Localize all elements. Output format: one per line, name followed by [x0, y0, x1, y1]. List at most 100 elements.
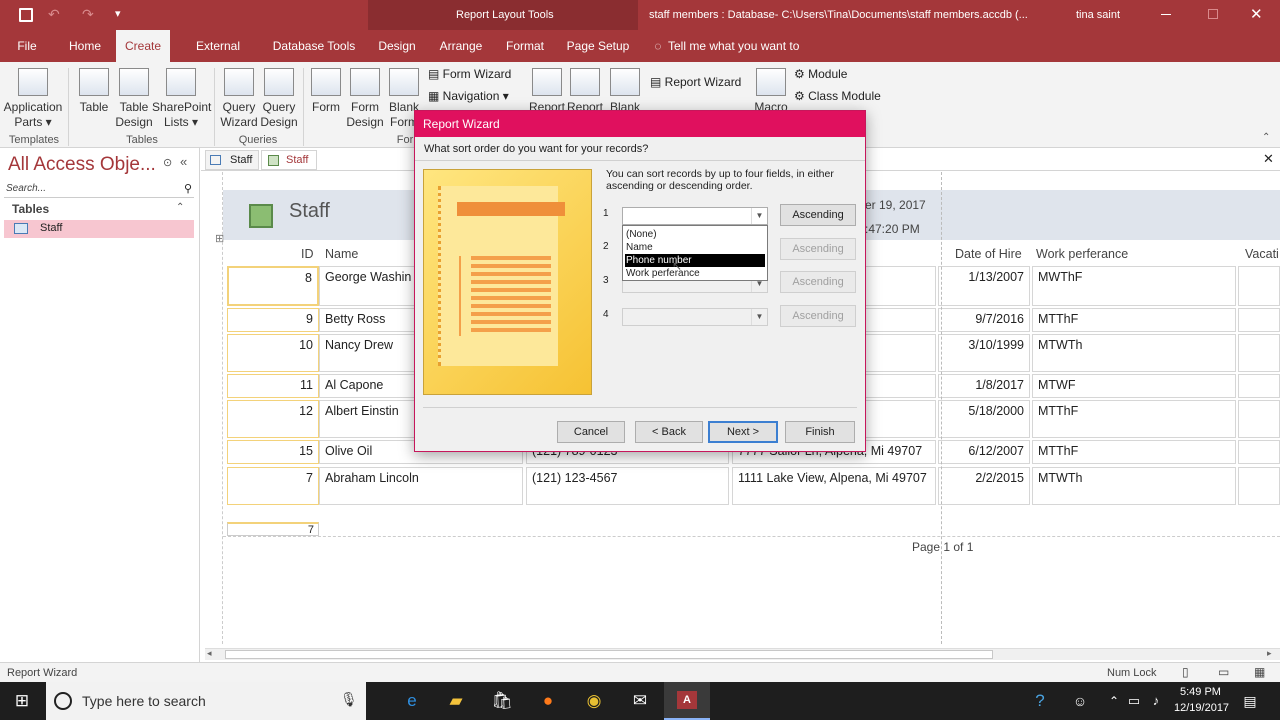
doc-tab-staff-table[interactable]: Staff	[205, 150, 259, 170]
report-time[interactable]: :47:20 PM	[865, 222, 920, 236]
table-cell-work[interactable]: MWThF	[1032, 266, 1236, 306]
chevron-down-icon[interactable]: ▼	[751, 309, 767, 325]
table-cell-id[interactable]: 10	[227, 334, 319, 372]
redo-icon[interactable]: ↷	[82, 6, 94, 23]
notifications-icon[interactable]: ▤	[1236, 688, 1264, 714]
minimize-icon[interactable]	[1161, 14, 1171, 15]
maximize-icon[interactable]	[1208, 9, 1218, 19]
tell-me-box[interactable]: Tell me what you want to do	[668, 30, 812, 85]
scroll-thumb[interactable]	[225, 650, 993, 659]
customize-qat-icon[interactable]: ▾	[115, 7, 121, 20]
horizontal-scrollbar[interactable]: ◂ ▸	[205, 648, 1280, 660]
table-cell-vac[interactable]	[1238, 266, 1280, 306]
table-cell-work[interactable]: MTWTh	[1032, 334, 1236, 372]
table-design-button[interactable]: Table Design	[114, 68, 154, 130]
table-cell-id[interactable]: 9	[227, 308, 319, 332]
cancel-button[interactable]: Cancel	[557, 421, 625, 443]
macro-button[interactable]: Macro	[752, 68, 790, 115]
table-cell-vac[interactable]	[1238, 374, 1280, 398]
table-cell-work[interactable]: MTThF	[1032, 400, 1236, 438]
tab-home[interactable]: Home	[62, 30, 108, 62]
table-cell-hire[interactable]: 5/18/2000	[938, 400, 1030, 438]
scroll-left-icon[interactable]: ◂	[207, 648, 212, 659]
header-work-preference[interactable]: Work perferance	[1036, 247, 1128, 261]
back-button[interactable]: < Back	[635, 421, 703, 443]
nav-title[interactable]: All Access Obje...	[8, 154, 156, 176]
clock-date[interactable]: 12/19/2017	[1174, 702, 1229, 714]
report-date[interactable]: er 19, 2017	[865, 198, 926, 212]
table-cell-vac[interactable]	[1238, 334, 1280, 372]
user-name[interactable]: tina saint	[1076, 9, 1120, 21]
table-cell-hire[interactable]: 3/10/1999	[938, 334, 1030, 372]
undo-icon[interactable]: ↶	[48, 6, 60, 23]
header-id[interactable]: ID	[301, 247, 314, 261]
save-icon[interactable]	[19, 8, 33, 22]
mail-icon[interactable]: ✉	[626, 688, 654, 714]
table-cell-hire[interactable]: 2/2/2015	[938, 467, 1030, 505]
dialog-title-bar[interactable]: Report Wizard	[415, 111, 865, 137]
volume-icon[interactable]: ♪	[1142, 688, 1170, 714]
application-parts-button[interactable]: Application Parts ▾	[2, 68, 64, 130]
header-date-of-hire[interactable]: Date of Hire	[955, 247, 1022, 261]
table-cell-phone[interactable]: (121) 123-4567	[526, 467, 729, 505]
tab-create[interactable]: Create	[116, 30, 170, 62]
dropdown-option-phone-number[interactable]: Phone number	[625, 254, 765, 267]
report-wizard-button[interactable]: ▤ Report Wizard	[650, 75, 741, 89]
sharepoint-lists-button[interactable]: SharePoint Lists ▾	[152, 68, 211, 130]
scroll-right-icon[interactable]: ▸	[1267, 648, 1272, 659]
table-cell-work[interactable]: MTThF	[1032, 440, 1236, 464]
nav-menu-chevron-icon[interactable]: ⊙	[163, 156, 172, 169]
file-explorer-icon[interactable]: ▰	[442, 688, 470, 714]
blank-report-button[interactable]: Blank	[606, 68, 644, 115]
navigation-button[interactable]: ▦ Navigation ▾	[428, 89, 509, 103]
nav-search-box[interactable]: Search... ⚲	[4, 182, 194, 198]
nav-section-tables[interactable]: Tables	[12, 202, 49, 216]
table-cell-id[interactable]: 8	[227, 266, 319, 306]
table-cell-vac[interactable]	[1238, 400, 1280, 438]
windows-start-icon[interactable]: ⊞	[8, 688, 36, 714]
shutter-bar-icon[interactable]: «	[180, 154, 187, 169]
query-wizard-button[interactable]: Query Wizard	[218, 68, 260, 130]
ascending-button-3[interactable]: Ascending	[780, 271, 856, 293]
doc-tab-staff-report[interactable]: Staff	[261, 150, 317, 170]
tab-file[interactable]: File	[10, 30, 44, 62]
taskbar-search-box[interactable]: Type here to search 🎙	[46, 682, 366, 720]
page-number[interactable]: Page 1 of 1	[912, 540, 973, 554]
access-taskbar-button[interactable]: A	[664, 682, 710, 720]
class-module-button[interactable]: ⚙ Class Module	[794, 89, 881, 103]
report-title[interactable]: Staff	[289, 200, 330, 223]
table-cell-work[interactable]: MTWF	[1032, 374, 1236, 398]
header-vacation[interactable]: Vacati	[1245, 247, 1279, 261]
form-button[interactable]: Form	[308, 68, 344, 115]
header-name[interactable]: Name	[325, 247, 358, 261]
ascending-button-1[interactable]: Ascending	[780, 204, 856, 226]
collapse-section-icon[interactable]: ⌃	[176, 202, 184, 213]
table-cell-addr[interactable]: 1111 Lake View, Alpena, Mi 49707	[732, 467, 936, 505]
table-cell-vac[interactable]	[1238, 467, 1280, 505]
table-cell-id[interactable]: 11	[227, 374, 319, 398]
edge-icon[interactable]: e	[398, 688, 426, 714]
collapse-ribbon-icon[interactable]: ⌃	[1262, 132, 1270, 143]
firefox-icon[interactable]: ●	[534, 688, 562, 714]
nav-item-staff[interactable]: Staff	[4, 220, 194, 238]
chevron-down-icon[interactable]: ▼	[751, 208, 767, 224]
table-cell-hire[interactable]: 1/8/2017	[938, 374, 1030, 398]
count-box[interactable]: 7	[227, 522, 319, 536]
design-view-icon[interactable]: ▦	[1254, 665, 1265, 679]
form-design-button[interactable]: Form Design	[345, 68, 385, 130]
tab-page-setup[interactable]: Page Setup	[566, 30, 630, 62]
table-cell-hire[interactable]: 9/7/2016	[938, 308, 1030, 332]
chrome-icon[interactable]: ◉	[580, 688, 608, 714]
close-document-icon[interactable]: ✕	[1263, 151, 1274, 167]
tab-database-tools[interactable]: Database Tools	[272, 30, 356, 62]
report-design-button[interactable]: Report	[566, 68, 604, 115]
form-wizard-button[interactable]: ▤ Form Wizard	[428, 67, 511, 81]
dropdown-option-work-preference[interactable]: Work perferance	[625, 267, 765, 280]
query-design-button[interactable]: Query Design	[258, 68, 300, 130]
finish-button[interactable]: Finish	[785, 421, 855, 443]
table-cell-hire[interactable]: 1/13/2007	[938, 266, 1030, 306]
module-button[interactable]: ⚙ Module	[794, 67, 847, 81]
tab-design[interactable]: Design	[373, 30, 421, 62]
close-icon[interactable]: ✕	[1250, 5, 1263, 23]
table-cell-id[interactable]: 15	[227, 440, 319, 464]
